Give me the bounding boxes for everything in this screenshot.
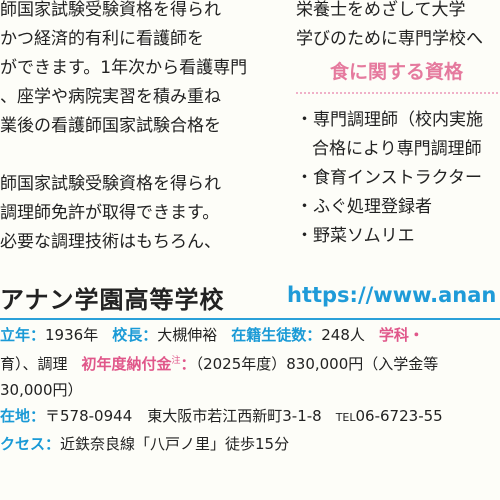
students-value: 248人 [321, 326, 365, 344]
info-row: 立年：1936年 校長：大槻伸裕 在籍生徒数：248人 学科・ [0, 322, 443, 348]
dept-value: 育）、調理 [0, 355, 68, 373]
right-line: 学びのために専門学校へ [296, 29, 483, 49]
fee-value-continued: 30,000円） [0, 381, 83, 399]
fee-note-mark: 注 [171, 356, 181, 366]
left-line: 調理師免許が取得できます。 [0, 203, 220, 223]
address-label: 在地： [0, 407, 46, 425]
principal-value: 大槻伸裕 [157, 326, 218, 344]
list-item: ・野菜ソムリエ [296, 226, 415, 246]
info-row: 育）、調理 初年度納付金注：（2025年度）830,000円（入学金等 [0, 348, 443, 377]
info-row: クセス：近鉄奈良線「八戸ノ里」徒歩15分 [0, 431, 443, 457]
school-url-link[interactable]: https://www.anan [287, 283, 496, 307]
students-label: 在籍生徒数： [231, 326, 322, 344]
dept-label: 学科・ [378, 326, 424, 344]
school-info: 立年：1936年 校長：大槻伸裕 在籍生徒数：248人 学科・ 育）、調理 初年度納付金… [0, 322, 443, 457]
founded-label: 立年： [0, 326, 46, 344]
qualification-list: ・専門調理師（校内実施 合格により専門調理師 ・食育インストラクター ・ふぐ処理… [296, 106, 483, 251]
tel-prefix: TEL [335, 411, 356, 424]
left-article-text: 師国家試験受験資格を得られ かつ経済的有利に看護師を ができます。1年次から看護… [0, 0, 247, 257]
right-article-text: 栄養士をめざして大学 学びのために専門学校へ [296, 0, 483, 54]
list-item: ・食育インストラクター [296, 168, 482, 188]
fee-value: （2025年度）830,000円（入学金等 [195, 355, 439, 373]
left-line: ができます。1年次から看護専門 [0, 58, 248, 78]
right-line: 栄養士をめざして大学 [296, 0, 466, 20]
principal-label: 校長： [112, 326, 158, 344]
list-item: ・専門調理師（校内実施 [296, 110, 483, 130]
access-value: 近鉄奈良線「八戸ノ里」徒歩15分 [60, 435, 290, 453]
fee-label: 初年度納付金 [81, 355, 172, 373]
left-line: 必要な調理技術はもちろん、 [0, 232, 221, 252]
info-row: 在地：〒578-0944 東大阪市若江西新町3-1-8 TEL06-6723-55 [0, 403, 443, 431]
food-qualifications-heading: 食に関する資格 [330, 61, 464, 83]
list-item: ・ふぐ処理登録者 [296, 197, 432, 217]
left-line: 、座学や病院実習を積み重ね [0, 87, 221, 107]
left-line: 業後の看護師国家試験合格を [0, 116, 221, 136]
access-label: クセス： [0, 435, 61, 453]
tel-value: 06-6723-55 [355, 407, 443, 425]
fee-colon: ： [180, 355, 196, 373]
school-name: アナン学園高等学校 [0, 286, 225, 314]
left-line: かつ経済的有利に看護師を [0, 29, 204, 49]
address-value: 〒578-0944 東大阪市若江西新町3-1-8 [45, 407, 322, 425]
list-item: 合格により専門調理師 [312, 139, 482, 159]
heading-divider [296, 92, 500, 94]
left-line: 師国家試験受験資格を得られ [0, 174, 221, 194]
info-row: 30,000円） [0, 377, 443, 403]
left-line: 師国家試験受験資格を得られ [0, 0, 221, 20]
founded-value: 1936年 [45, 326, 99, 344]
section-divider [0, 318, 500, 320]
